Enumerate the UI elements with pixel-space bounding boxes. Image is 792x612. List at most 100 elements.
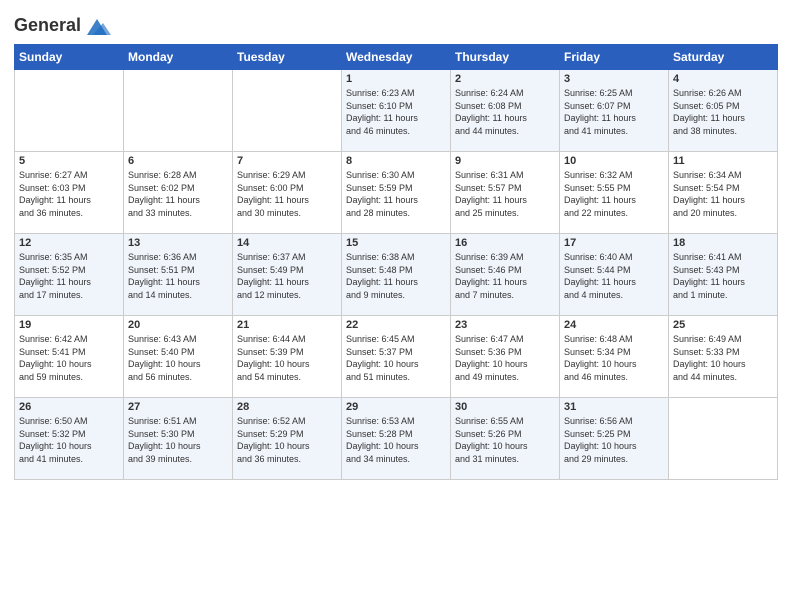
week-row-4: 19Sunrise: 6:42 AMSunset: 5:41 PMDayligh… [15, 316, 778, 398]
day-cell-12: 12Sunrise: 6:35 AMSunset: 5:52 PMDayligh… [15, 234, 124, 316]
day-number: 13 [128, 237, 228, 249]
day-info: Sunrise: 6:40 AMSunset: 5:44 PMDaylight:… [564, 251, 664, 301]
day-number: 8 [346, 155, 446, 167]
day-number: 28 [237, 401, 337, 413]
day-number: 19 [19, 319, 119, 331]
day-info: Sunrise: 6:29 AMSunset: 6:00 PMDaylight:… [237, 169, 337, 219]
day-cell-19: 19Sunrise: 6:42 AMSunset: 5:41 PMDayligh… [15, 316, 124, 398]
day-info: Sunrise: 6:34 AMSunset: 5:54 PMDaylight:… [673, 169, 773, 219]
day-cell-17: 17 Sunrise: 6:40 AMSunset: 5:44 PMDayligh… [560, 234, 669, 316]
week-row-5: 26 Sunrise: 6:50 AMSunset: 5:32 PMDayligh… [15, 398, 778, 480]
day-number: 27 [128, 401, 228, 413]
day-info: Sunrise: 6:50 AMSunset: 5:32 PMDaylight:… [19, 415, 119, 465]
day-cell-28: 28 Sunrise: 6:52 AMSunset: 5:29 PMDayligh… [233, 398, 342, 480]
day-number: 11 [673, 155, 773, 167]
day-cell-25: 25Sunrise: 6:49 AMSunset: 5:33 PMDayligh… [669, 316, 778, 398]
day-cell-29: 29 Sunrise: 6:53 AMSunset: 5:28 PMDayligh… [342, 398, 451, 480]
day-info: Sunrise: 6:55 AMSunset: 5:26 PMDaylight:… [455, 415, 555, 465]
weekday-header-sunday: Sunday [15, 45, 124, 70]
weekday-header-wednesday: Wednesday [342, 45, 451, 70]
day-info: Sunrise: 6:53 AMSunset: 5:28 PMDaylight:… [346, 415, 446, 465]
day-info: Sunrise: 6:47 AMSunset: 5:36 PMDaylight:… [455, 333, 555, 383]
day-number: 3 [564, 73, 664, 85]
day-cell-16: 16 Sunrise: 6:39 AMSunset: 5:46 PMDayligh… [451, 234, 560, 316]
day-cell-31: 31 Sunrise: 6:56 AMSunset: 5:25 PMDayligh… [560, 398, 669, 480]
day-info: Sunrise: 6:56 AMSunset: 5:25 PMDaylight:… [564, 415, 664, 465]
day-cell-1: 1 Sunrise: 6:23 AMSunset: 6:10 PMDaylight… [342, 70, 451, 152]
day-number: 20 [128, 319, 228, 331]
calendar-table: SundayMondayTuesdayWednesdayThursdayFrid… [14, 44, 778, 480]
day-cell-5: 5 Sunrise: 6:27 AMSunset: 6:03 PMDaylight… [15, 152, 124, 234]
day-info: Sunrise: 6:31 AMSunset: 5:57 PMDaylight:… [455, 169, 555, 219]
day-cell-15: 15 Sunrise: 6:38 AMSunset: 5:48 PMDayligh… [342, 234, 451, 316]
weekday-header-tuesday: Tuesday [233, 45, 342, 70]
day-cell-27: 27Sunrise: 6:51 AMSunset: 5:30 PMDayligh… [124, 398, 233, 480]
day-cell-8: 8 Sunrise: 6:30 AMSunset: 5:59 PMDaylight… [342, 152, 451, 234]
day-cell-30: 30 Sunrise: 6:55 AMSunset: 5:26 PMDayligh… [451, 398, 560, 480]
day-info: Sunrise: 6:23 AMSunset: 6:10 PMDaylight:… [346, 87, 446, 137]
day-cell-6: 6Sunrise: 6:28 AMSunset: 6:02 PMDaylight… [124, 152, 233, 234]
day-cell-11: 11 Sunrise: 6:34 AMSunset: 5:54 PMDayligh… [669, 152, 778, 234]
day-cell-13: 13 Sunrise: 6:36 AMSunset: 5:51 PMDayligh… [124, 234, 233, 316]
day-number: 25 [673, 319, 773, 331]
day-number: 2 [455, 73, 555, 85]
weekday-header-friday: Friday [560, 45, 669, 70]
day-cell-14: 14Sunrise: 6:37 AMSunset: 5:49 PMDayligh… [233, 234, 342, 316]
day-info: Sunrise: 6:30 AMSunset: 5:59 PMDaylight:… [346, 169, 446, 219]
day-info: Sunrise: 6:39 AMSunset: 5:46 PMDaylight:… [455, 251, 555, 301]
day-cell-7: 7 Sunrise: 6:29 AMSunset: 6:00 PMDaylight… [233, 152, 342, 234]
day-cell-20: 20 Sunrise: 6:43 AMSunset: 5:40 PMDayligh… [124, 316, 233, 398]
empty-cell [15, 70, 124, 152]
day-number: 5 [19, 155, 119, 167]
day-cell-3: 3 Sunrise: 6:25 AMSunset: 6:07 PMDaylight… [560, 70, 669, 152]
day-cell-23: 23 Sunrise: 6:47 AMSunset: 5:36 PMDayligh… [451, 316, 560, 398]
day-info: Sunrise: 6:24 AMSunset: 6:08 PMDaylight:… [455, 87, 555, 137]
day-number: 23 [455, 319, 555, 331]
empty-cell [124, 70, 233, 152]
weekday-header-saturday: Saturday [669, 45, 778, 70]
day-number: 24 [564, 319, 664, 331]
empty-cell [233, 70, 342, 152]
logo-icon [83, 14, 111, 38]
day-info: Sunrise: 6:26 AMSunset: 6:05 PMDaylight:… [673, 87, 773, 137]
day-cell-22: 22Sunrise: 6:45 AMSunset: 5:37 PMDayligh… [342, 316, 451, 398]
day-number: 29 [346, 401, 446, 413]
day-cell-9: 9 Sunrise: 6:31 AMSunset: 5:57 PMDaylight… [451, 152, 560, 234]
day-info: Sunrise: 6:25 AMSunset: 6:07 PMDaylight:… [564, 87, 664, 137]
day-number: 21 [237, 319, 337, 331]
day-cell-24: 24 Sunrise: 6:48 AMSunset: 5:34 PMDayligh… [560, 316, 669, 398]
day-number: 14 [237, 237, 337, 249]
day-number: 1 [346, 73, 446, 85]
day-number: 17 [564, 237, 664, 249]
day-info: Sunrise: 6:27 AMSunset: 6:03 PMDaylight:… [19, 169, 119, 219]
day-info: Sunrise: 6:38 AMSunset: 5:48 PMDaylight:… [346, 251, 446, 301]
day-number: 15 [346, 237, 446, 249]
day-info: Sunrise: 6:44 AMSunset: 5:39 PMDaylight:… [237, 333, 337, 383]
weekday-header-row: SundayMondayTuesdayWednesdayThursdayFrid… [15, 45, 778, 70]
day-cell-26: 26 Sunrise: 6:50 AMSunset: 5:32 PMDayligh… [15, 398, 124, 480]
day-number: 30 [455, 401, 555, 413]
day-number: 16 [455, 237, 555, 249]
main-container: General SundayMondayTuesdayWednesdayThur… [0, 0, 792, 490]
day-cell-4: 4Sunrise: 6:26 AMSunset: 6:05 PMDaylight… [669, 70, 778, 152]
day-number: 9 [455, 155, 555, 167]
day-info: Sunrise: 6:32 AMSunset: 5:55 PMDaylight:… [564, 169, 664, 219]
day-cell-2: 2 Sunrise: 6:24 AMSunset: 6:08 PMDaylight… [451, 70, 560, 152]
day-number: 7 [237, 155, 337, 167]
week-row-1: 1 Sunrise: 6:23 AMSunset: 6:10 PMDaylight… [15, 70, 778, 152]
day-cell-21: 21 Sunrise: 6:44 AMSunset: 5:39 PMDayligh… [233, 316, 342, 398]
day-info: Sunrise: 6:28 AMSunset: 6:02 PMDaylight:… [128, 169, 228, 219]
week-row-2: 5 Sunrise: 6:27 AMSunset: 6:03 PMDaylight… [15, 152, 778, 234]
logo-text-line1: General [14, 16, 81, 36]
day-number: 18 [673, 237, 773, 249]
day-number: 10 [564, 155, 664, 167]
day-cell-18: 18 Sunrise: 6:41 AMSunset: 5:43 PMDayligh… [669, 234, 778, 316]
day-info: Sunrise: 6:41 AMSunset: 5:43 PMDaylight:… [673, 251, 773, 301]
day-info: Sunrise: 6:48 AMSunset: 5:34 PMDaylight:… [564, 333, 664, 383]
day-info: Sunrise: 6:52 AMSunset: 5:29 PMDaylight:… [237, 415, 337, 465]
day-number: 26 [19, 401, 119, 413]
day-info: Sunrise: 6:36 AMSunset: 5:51 PMDaylight:… [128, 251, 228, 301]
day-info: Sunrise: 6:43 AMSunset: 5:40 PMDaylight:… [128, 333, 228, 383]
day-number: 12 [19, 237, 119, 249]
day-number: 31 [564, 401, 664, 413]
